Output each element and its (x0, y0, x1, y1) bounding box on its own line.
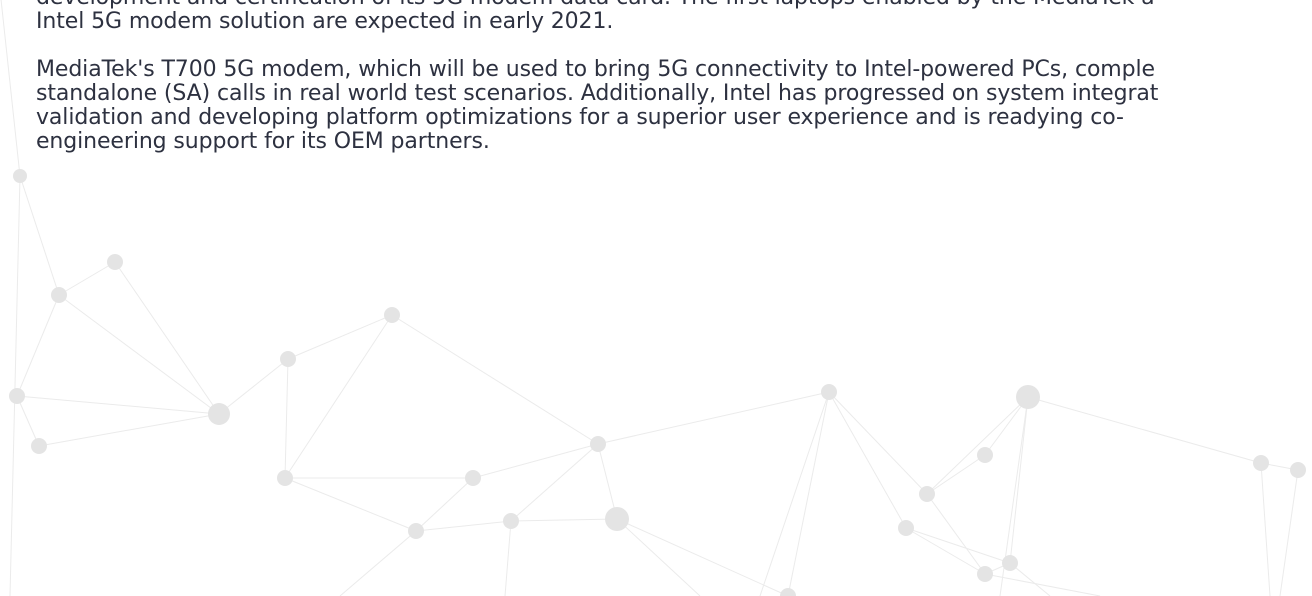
network-edge (16, 395, 40, 447)
network-node (208, 403, 230, 425)
network-edge (504, 520, 512, 596)
network-node (51, 287, 67, 303)
article-line: standalone (SA) calls in real world test… (36, 81, 1159, 106)
network-edge (339, 530, 417, 596)
network-edge (58, 294, 220, 415)
network-node (821, 384, 837, 400)
network-edge (284, 477, 417, 532)
network-edge (926, 493, 986, 575)
network-node (9, 388, 25, 404)
article-line: engineering support for its OEM partners… (36, 129, 490, 154)
network-edge (926, 454, 986, 495)
network-node (1290, 462, 1306, 478)
network-node (107, 254, 123, 270)
network-edge (58, 261, 116, 296)
network-node (503, 513, 519, 529)
network-node (465, 470, 481, 486)
network-edge (1027, 396, 1262, 464)
network-node (1253, 455, 1269, 471)
network-edge (597, 391, 830, 445)
network-node (780, 588, 796, 596)
network-node (1016, 385, 1040, 409)
network-edge (19, 175, 60, 296)
network-node (384, 307, 400, 323)
network-node (280, 351, 296, 367)
network-node (977, 447, 993, 463)
network-edge (38, 413, 220, 447)
network-edge (1260, 462, 1271, 596)
network-edge (284, 314, 393, 479)
network-edge (218, 358, 289, 415)
network-node (13, 169, 27, 183)
network-edge (114, 261, 220, 415)
network-edge (1279, 469, 1299, 596)
network-node (31, 438, 47, 454)
network-node (277, 470, 293, 486)
network-edge (9, 175, 21, 596)
article-line: validation and developing platform optim… (36, 105, 1124, 130)
network-node (590, 436, 606, 452)
network-node (919, 486, 935, 502)
network-edge (415, 477, 474, 532)
network-edge (616, 518, 701, 596)
network-edge (926, 396, 1029, 495)
article-paragraph-2: MediaTek's T700 5G modem, which will be … (36, 58, 1312, 154)
network-edge (0, 0, 21, 177)
network-edge (287, 314, 393, 360)
network-edge (16, 294, 60, 397)
article-body: development and certification of its 5G … (36, 0, 1312, 154)
network-edge (616, 518, 789, 596)
network-edge (1009, 396, 1029, 564)
network-edge (16, 395, 220, 415)
network-edge (510, 518, 618, 522)
article-paragraph-1: development and certification of its 5G … (36, 0, 1312, 34)
network-node (977, 566, 993, 582)
network-node (408, 523, 424, 539)
article-line: MediaTek's T700 5G modem, which will be … (36, 57, 1155, 82)
network-node (898, 520, 914, 536)
network-edge (284, 358, 289, 479)
network-edge (415, 520, 512, 532)
article-line: Intel 5G modem solution are expected in … (36, 9, 614, 34)
network-edge (391, 314, 599, 445)
network-node (1002, 555, 1018, 571)
network-node (605, 507, 629, 531)
